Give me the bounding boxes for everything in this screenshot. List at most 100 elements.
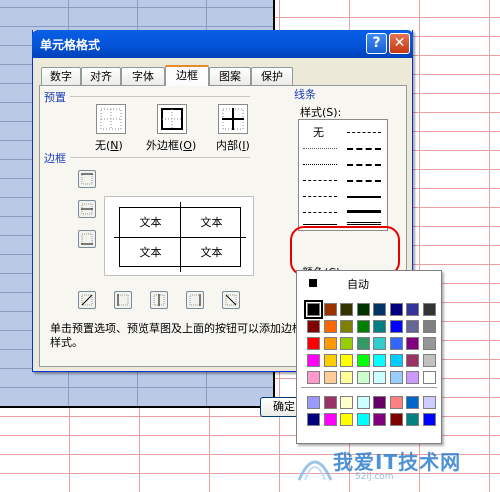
line-style-option[interactable] — [303, 212, 337, 213]
tab-font[interactable]: 字体 — [121, 67, 165, 85]
palette-color-cell[interactable] — [323, 354, 337, 367]
line-style-option[interactable] — [347, 222, 381, 225]
line-style-option[interactable] — [347, 164, 381, 166]
palette-color-cell[interactable] — [307, 320, 320, 333]
line-group-label: 线条 — [294, 88, 316, 101]
line-style-option[interactable] — [347, 148, 381, 150]
palette-color-cell[interactable] — [323, 371, 337, 384]
preset-none-button[interactable] — [96, 104, 126, 134]
palette-color-cell[interactable] — [389, 337, 403, 350]
palette-color-cell[interactable] — [406, 354, 419, 367]
palette-color-cell[interactable] — [323, 413, 337, 426]
palette-color-cell[interactable] — [307, 354, 320, 367]
palette-color-cell[interactable] — [422, 396, 436, 409]
tab-border[interactable]: 边框 — [165, 65, 209, 86]
palette-color-cell[interactable] — [373, 303, 386, 316]
palette-color-cell[interactable] — [406, 396, 419, 409]
line-style-option[interactable] — [347, 196, 381, 198]
tab-number[interactable]: 数字 — [41, 67, 81, 85]
palette-color-cell[interactable] — [323, 320, 337, 333]
palette-color-cell[interactable] — [389, 303, 403, 316]
palette-automatic-option[interactable]: 自动 — [301, 275, 437, 291]
palette-color-cell[interactable] — [323, 396, 337, 409]
tab-patterns[interactable]: 图案 — [209, 67, 251, 85]
tab-protection[interactable]: 保护 — [251, 67, 293, 85]
line-style-none[interactable]: 无 — [313, 124, 324, 140]
palette-color-cell[interactable] — [307, 413, 320, 426]
line-style-option[interactable] — [303, 180, 337, 181]
palette-color-cell[interactable] — [373, 320, 386, 333]
border-preview[interactable]: 文本 文本 文本 文本 — [104, 196, 254, 276]
palette-color-cell[interactable] — [422, 337, 436, 350]
palette-color-cell[interactable] — [406, 371, 419, 384]
palette-color-cell[interactable] — [323, 337, 337, 350]
palette-color-cell[interactable] — [323, 303, 337, 316]
palette-color-cell[interactable] — [356, 320, 370, 333]
preset-outline-button[interactable] — [157, 104, 187, 134]
palette-color-cell[interactable] — [373, 337, 386, 350]
line-style-option[interactable] — [303, 196, 337, 197]
palette-color-cell[interactable] — [422, 413, 436, 426]
palette-color-cell[interactable] — [406, 320, 419, 333]
line-style-option[interactable] — [347, 132, 381, 133]
annotation-highlight — [290, 226, 400, 276]
line-style-option[interactable] — [303, 164, 337, 165]
palette-color-cell[interactable] — [389, 396, 403, 409]
border-middle-horizontal-button[interactable] — [78, 200, 96, 218]
line-style-option[interactable] — [347, 180, 381, 182]
palette-color-cell[interactable] — [340, 413, 353, 426]
line-style-option[interactable] — [303, 148, 337, 149]
preset-inside-button[interactable] — [218, 104, 248, 134]
palette-color-cell[interactable] — [373, 413, 386, 426]
palette-color-cell[interactable] — [307, 396, 320, 409]
palette-color-cell[interactable] — [389, 320, 403, 333]
border-bottom-button[interactable] — [78, 230, 96, 248]
tab-alignment[interactable]: 对齐 — [81, 67, 121, 85]
palette-color-cell[interactable] — [422, 354, 436, 367]
palette-color-cell[interactable] — [356, 371, 370, 384]
border-group-label: 边框 — [44, 152, 66, 165]
palette-color-cell[interactable] — [304, 300, 323, 319]
automatic-label: 自动 — [347, 278, 369, 291]
palette-color-cell[interactable] — [422, 320, 436, 333]
palette-color-cell[interactable] — [340, 396, 353, 409]
palette-color-cell[interactable] — [340, 354, 353, 367]
border-left-button[interactable] — [114, 291, 132, 309]
palette-color-cell[interactable] — [356, 354, 370, 367]
border-right-button[interactable] — [186, 291, 204, 309]
palette-color-cell[interactable] — [340, 337, 353, 350]
palette-color-cell[interactable] — [356, 303, 370, 316]
help-button[interactable]: ? — [366, 33, 387, 54]
palette-color-cell[interactable] — [356, 337, 370, 350]
presets-group-label: 预置 — [44, 91, 66, 104]
palette-color-cell[interactable] — [406, 303, 419, 316]
border-diagonal-down-button[interactable] — [222, 291, 240, 309]
line-style-option[interactable] — [303, 224, 337, 225]
palette-color-cell[interactable] — [340, 320, 353, 333]
palette-color-cell[interactable] — [422, 303, 436, 316]
palette-color-cell[interactable] — [356, 413, 370, 426]
palette-color-cell[interactable] — [373, 354, 386, 367]
palette-color-cell[interactable] — [340, 371, 353, 384]
palette-color-cell[interactable] — [373, 396, 386, 409]
color-palette-popup: 自动 — [296, 270, 442, 444]
palette-color-cell[interactable] — [389, 354, 403, 367]
line-style-list[interactable]: 无 — [298, 119, 388, 231]
border-middle-vertical-button[interactable] — [150, 291, 168, 309]
palette-color-cell[interactable] — [389, 413, 403, 426]
border-top-button[interactable] — [78, 170, 96, 188]
palette-color-cell[interactable] — [340, 303, 353, 316]
diagonal-up-border-icon — [81, 294, 93, 306]
line-style-option[interactable] — [347, 210, 381, 213]
palette-color-cell[interactable] — [356, 396, 370, 409]
palette-color-cell[interactable] — [307, 337, 320, 350]
palette-color-cell[interactable] — [389, 371, 403, 384]
palette-color-cell[interactable] — [406, 337, 419, 350]
dialog-titlebar[interactable]: 单元格格式 ? ✕ — [32, 30, 413, 58]
border-diagonal-up-button[interactable] — [78, 291, 96, 309]
palette-color-cell[interactable] — [307, 371, 320, 384]
palette-color-cell[interactable] — [422, 371, 436, 384]
palette-color-cell[interactable] — [406, 413, 419, 426]
palette-color-cell[interactable] — [373, 371, 386, 384]
close-button[interactable]: ✕ — [389, 33, 410, 54]
